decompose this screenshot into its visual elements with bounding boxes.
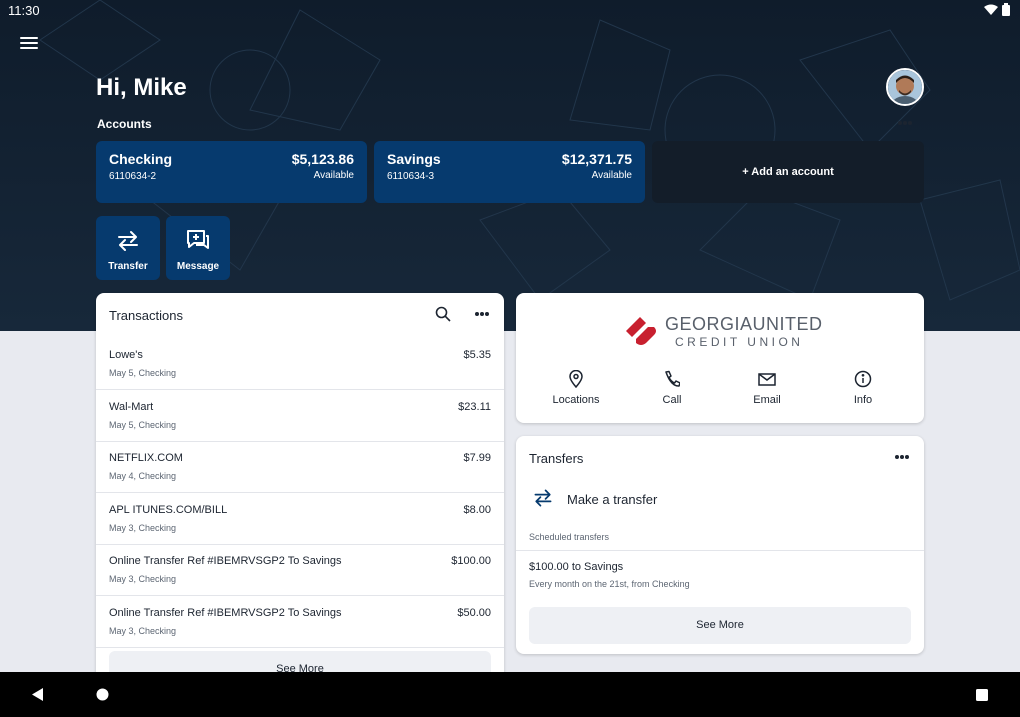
georgia-united-logo-icon — [626, 317, 656, 345]
transaction-meta: May 4, Checking — [109, 471, 177, 481]
make-transfer-label: Make a transfer — [567, 492, 658, 507]
contact-call[interactable]: Call — [624, 370, 720, 406]
transaction-row[interactable]: Wal-Mart May 5, Checking $23.11 — [96, 391, 504, 442]
transaction-amount: $100.00 — [451, 555, 491, 567]
transaction-amount: $7.99 — [463, 452, 491, 464]
system-navigation-bar — [0, 672, 1020, 717]
transfer-icon — [534, 489, 552, 507]
credit-union-subtitle: CREDIT UNION — [675, 335, 804, 349]
transfers-see-more-button[interactable]: See More — [529, 607, 911, 644]
contact-locations[interactable]: Locations — [528, 370, 624, 406]
recents-icon[interactable] — [976, 689, 988, 701]
transaction-name: APL ITUNES.COM/BILL — [109, 503, 228, 516]
contact-label: Info — [853, 394, 873, 406]
scheduled-transfer-title: $100.00 to Savings — [529, 561, 624, 573]
hero-header: 11:30 Hi, Mike Accounts Checking 6110634… — [0, 0, 1020, 331]
transaction-amount: $23.11 — [458, 400, 491, 413]
status-time: 11:30 — [8, 3, 40, 18]
scheduled-transfers-label: Scheduled transfers — [529, 532, 610, 542]
transaction-name: Wal-Mart — [109, 400, 154, 413]
account-balance: $12,371.75 — [561, 151, 632, 167]
transaction-row[interactable]: NETFLIX.COM May 4, Checking $7.99 — [96, 442, 504, 493]
transaction-name: Lowe's — [109, 349, 143, 361]
account-balance: $5,123.86 — [291, 151, 354, 167]
menu-hamburger-icon[interactable] — [20, 37, 38, 53]
contact-info[interactable]: Info — [815, 370, 911, 406]
phone-icon — [665, 370, 680, 387]
back-icon[interactable] — [32, 688, 44, 701]
transfers-card: Transfers Make a transfer Scheduled tran… — [516, 436, 924, 654]
message-label: Message — [176, 261, 220, 272]
wifi-icon — [984, 4, 998, 15]
transfer-icon — [118, 231, 138, 251]
message-icon — [187, 230, 209, 249]
transactions-more-icon[interactable] — [475, 312, 491, 316]
transaction-name: Online Transfer Ref #IBEMRVSGP2 To Savin… — [109, 606, 342, 619]
transaction-row[interactable]: APL ITUNES.COM/BILL May 3, Checking $8.00 — [96, 494, 504, 545]
accounts-label: Accounts — [97, 117, 152, 131]
contact-label: Locations — [552, 394, 600, 406]
account-balance-note: Available — [591, 170, 632, 181]
status-bar: 11:30 — [0, 0, 1020, 22]
transfers-title: Transfers — [529, 451, 584, 466]
transactions-card: Transactions Lowe's May 5, Checking $5.35 W… — [96, 293, 504, 693]
transaction-meta: May 3, Checking — [109, 625, 177, 636]
divider — [516, 550, 924, 551]
transaction-name: NETFLIX.COM — [109, 452, 183, 464]
avatar-photo — [888, 70, 922, 104]
account-card-checking[interactable]: Checking 6110634-2 $5,123.86 Available — [96, 141, 367, 203]
account-card-savings[interactable]: Savings 6110634-3 $12,371.75 Available — [374, 141, 645, 203]
scheduled-transfer-detail: Every month on the 21st, from Checking — [529, 579, 690, 589]
contact-label: Call — [662, 394, 682, 406]
transaction-amount: $50.00 — [457, 606, 491, 619]
transaction-amount: $5.35 — [463, 349, 491, 361]
transaction-name: Online Transfer Ref #IBEMRVSGP2 To Savin… — [109, 555, 342, 567]
transaction-row[interactable]: Online Transfer Ref #IBEMRVSGP2 To Savin… — [96, 597, 504, 648]
info-icon — [854, 370, 872, 388]
make-transfer-row[interactable]: Make a transfer — [529, 484, 911, 514]
contact-label: Email — [753, 394, 781, 406]
transaction-meta: May 3, Checking — [109, 574, 177, 584]
accounts-more-icon[interactable] — [898, 121, 914, 125]
contact-email[interactable]: Email — [719, 370, 815, 406]
scheduled-transfer-item[interactable]: $100.00 to Savings Every month on the 21… — [529, 561, 911, 595]
transactions-title: Transactions — [109, 308, 183, 323]
transaction-meta: May 5, Checking — [109, 368, 177, 378]
user-avatar[interactable] — [886, 68, 924, 106]
email-icon — [758, 373, 776, 386]
location-pin-icon — [569, 370, 583, 388]
message-button[interactable]: Message — [166, 216, 230, 280]
transfer-label: Transfer — [108, 261, 148, 272]
transaction-row[interactable]: Lowe's May 5, Checking $5.35 — [96, 339, 504, 390]
battery-icon — [1002, 3, 1010, 16]
credit-union-name: GEORGIAUNITED — [665, 314, 823, 334]
home-icon[interactable] — [96, 688, 109, 701]
account-balance-note: Available — [313, 170, 354, 181]
search-icon[interactable] — [435, 306, 451, 322]
transaction-amount: $8.00 — [463, 503, 491, 516]
status-icons — [984, 3, 1010, 16]
transfer-button[interactable]: Transfer — [96, 216, 160, 280]
add-account-button[interactable]: + Add an account — [652, 141, 924, 203]
greeting-title: Hi, Mike — [96, 74, 187, 101]
transfers-more-icon[interactable] — [895, 455, 911, 459]
transaction-row[interactable]: Online Transfer Ref #IBEMRVSGP2 To Savin… — [96, 545, 504, 596]
transaction-meta: May 5, Checking — [109, 419, 177, 430]
transaction-meta: May 3, Checking — [109, 522, 177, 533]
